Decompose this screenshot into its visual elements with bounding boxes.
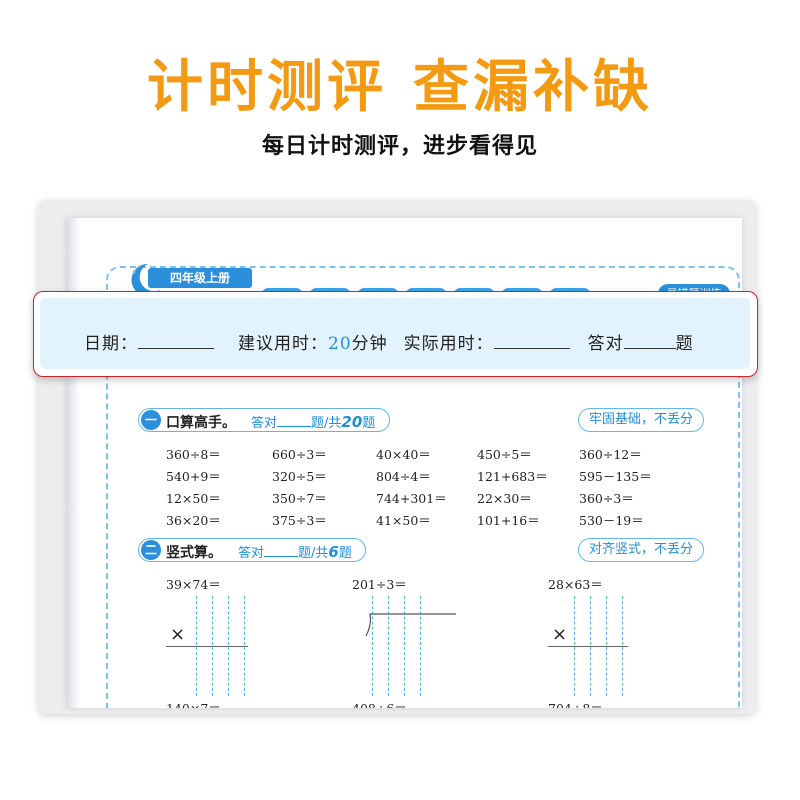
answer-line [166,646,248,647]
vertical-problem: 408÷6＝ [352,698,407,708]
date-label: 日期： [84,334,138,354]
subline: 每日计时测评，进步看得见 [261,134,538,159]
multiply-sign: × [170,624,186,645]
section2-number: 二 [141,540,161,560]
problem: 660÷3＝ [272,447,327,462]
problem: 40×40＝ [376,447,431,462]
section1-count: 答对 题/共20题 [251,412,375,431]
problem: 36×20＝ [166,513,221,528]
problem: 540+9＝ [166,469,221,484]
problem: 744+301＝ [376,491,447,506]
workbook: 四年级上册 易错消零训练（ 易错题训练 一 口算高手。 答对题/共20题 牢固基… [38,200,756,714]
count-blank [277,416,312,427]
answer-line [548,646,628,647]
problem: 121+683＝ [477,469,548,484]
problem: 530－19＝ [579,513,644,528]
vertical-problem: 704÷8＝ [548,698,603,708]
problem: 101+16＝ [477,513,540,528]
section2-title: 竖式算。 [166,545,222,561]
date-blank[interactable] [138,334,214,349]
problem: 375÷3＝ [272,513,327,528]
vertical-problem: 201÷3＝ [352,577,407,592]
problem: 804÷4＝ [376,469,431,484]
actual-label: 实际用时： [403,334,494,354]
correct-unit: 题 [675,334,694,354]
headline-left: 计时测评 [147,55,387,120]
problem: 360÷12＝ [579,447,642,462]
problem: 595－135＝ [579,469,652,484]
count-suffix: 题 [362,416,376,431]
timing-banner-text: 日期： 建议用时：20分钟 实际用时： 答对 题 [84,329,694,354]
division-bracket [365,613,456,637]
multiply-sign: × [552,624,568,645]
problem: 360÷8＝ [166,447,221,462]
count-suffix: 题 [338,546,352,561]
count-total: 6 [328,543,339,561]
count-prefix: 答对 [251,416,278,431]
section1-number: 一 [141,410,161,430]
suggest-label: 建议用时： [238,334,328,354]
problem: 360÷3＝ [579,491,634,506]
count-mid: 题/共 [298,546,329,561]
vertical-problem: 140×7＝ [166,698,221,708]
problem: 350÷7＝ [272,491,327,506]
section2-count: 答对 题/共6题 [238,542,352,561]
section1-title: 口算高手。 [166,415,236,431]
vertical-problem: 28×63＝ [548,577,603,592]
vertical-problem: 39×74＝ [166,577,221,592]
problem: 41×50＝ [376,513,431,528]
count-mid: 题/共 [311,416,342,431]
count-prefix: 答对 [238,546,265,561]
section2-right-label: 对齐竖式，不丢分 [578,538,705,562]
headline-right: 查漏补缺 [413,55,653,120]
suggest-value: 20 [328,334,352,354]
grade-badge: 四年级上册 [148,268,252,288]
actual-blank[interactable] [493,334,570,349]
problem: 12×50＝ [166,491,221,506]
problem: 450÷5＝ [477,447,532,462]
problem: 22×30＝ [477,491,532,506]
problem: 320÷5＝ [272,469,327,484]
correct-blank[interactable] [623,334,676,349]
suggest-unit: 分钟 [351,334,388,354]
count-total: 20 [341,413,363,431]
count-blank [264,546,299,557]
correct-label: 答对 [587,334,624,354]
section1-right-label: 牢固基础，不丢分 [578,408,705,432]
headline: 计时测评 查漏补缺 [0,42,800,123]
